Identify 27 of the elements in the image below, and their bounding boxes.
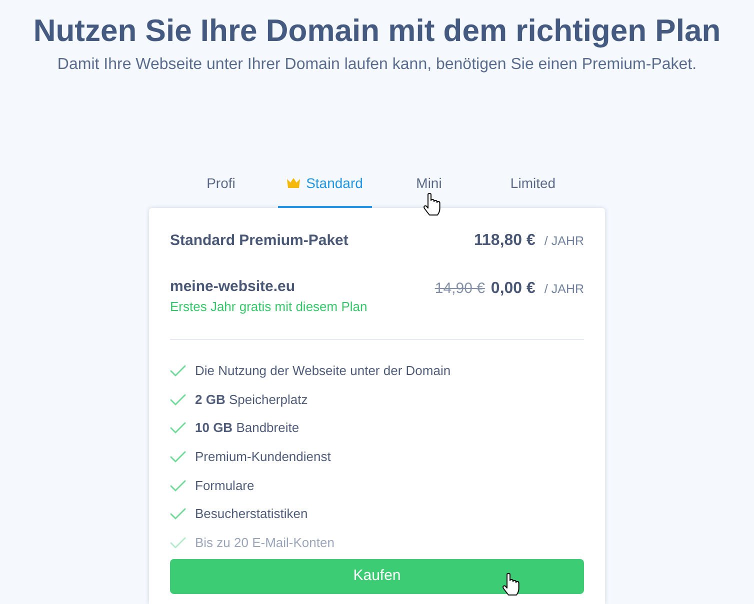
plan-tab[interactable]: Mini [382,173,476,208]
check-icon [170,508,186,520]
plan-tab[interactable]: Profi [174,173,268,208]
feature-text: Besucherstatistiken [195,505,308,524]
feature-text: 2 GB Speicherplatz [195,390,308,409]
check-icon [170,365,186,378]
check-icon [170,480,186,492]
plan-price: 118,80 € [474,231,536,251]
check-icon [170,451,186,464]
domain-name: meine-website.eu [170,277,296,297]
free-year-note: Erstes Jahr gratis mit diesem Plan [170,298,368,316]
page-title: Nutzen Sie Ihre Domain mit dem richtigen Plan [33,13,721,49]
check-icon [170,536,186,549]
plan-tab[interactable]: Limited [486,173,580,208]
feature-text: Die Nutzung der Webseite unter der Domain [195,362,451,380]
feature-text: Bis zu 20 E-Mail-Konten [195,534,334,552]
feature-text: Formulare [195,476,254,495]
feature-text: 10 GB Bandbreite [195,419,300,438]
feature-text: Premium-Kundendienst [195,448,331,466]
old-price: 14,90 € [434,279,485,299]
page-subtitle: Damit Ihre Webseite unter Ihrer Domain laufen kann, benötigen Sie einen Premium-Paket. [57,55,697,75]
price-period: / JAHR [544,233,584,250]
plan-title: Standard Premium-Paket [170,230,348,251]
price-period: / JAHR [544,281,584,298]
domain-price: 0,00 € [490,279,536,299]
check-icon [170,422,186,434]
check-icon [170,394,186,406]
